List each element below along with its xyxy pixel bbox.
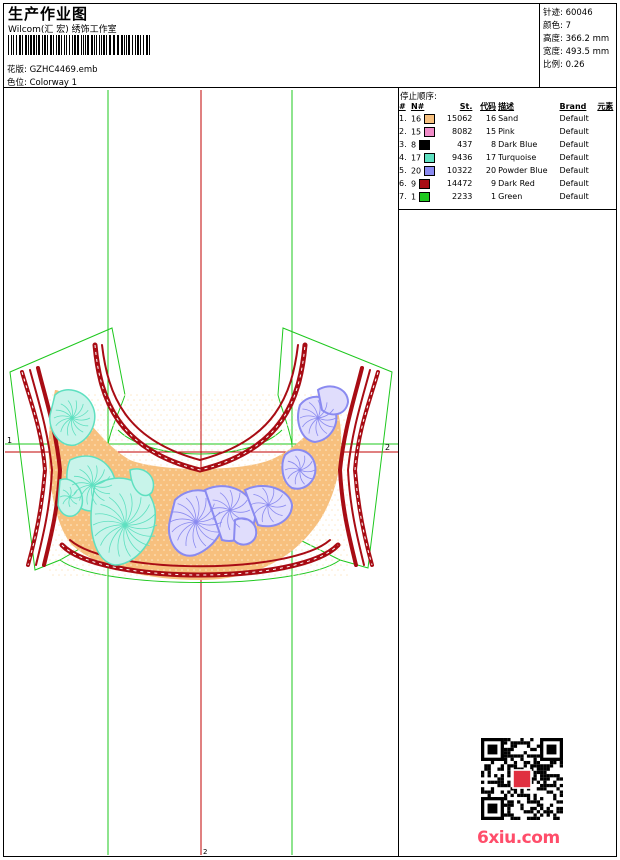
table-header-row: # N# St. 代码 描述 Brand 元素 [398, 101, 620, 112]
table-row: 5. 20 10322 20 Powder Blue Default [399, 165, 589, 176]
qr-code [481, 738, 563, 820]
color-swatch [418, 191, 430, 202]
col-stitches: St. [459, 102, 473, 111]
barcode [8, 35, 150, 55]
table-row: 1. 16 15062 16 Sand Default [399, 113, 589, 124]
table-row: 4. 17 9436 17 Turquoise Default [399, 152, 589, 163]
color-sequence-table: # N# St. 代码 描述 Brand 元素 1. 16 15062 16 Sand… [398, 101, 620, 203]
pattern-line: 花版: GZHC4469.emb [7, 63, 98, 75]
color-swatch [423, 152, 435, 163]
info-height: 高度: 366.2 mm [543, 34, 610, 44]
col-code: 代码 [480, 102, 497, 111]
info-stitches: 针迹: 60046 [543, 8, 593, 18]
page-title: 生产作业图 [8, 5, 89, 23]
table-row: 3. 8 437 8 Dark Blue Default [399, 139, 589, 150]
colorway-line: 色位: Colorway 1 [7, 76, 77, 88]
color-swatch [418, 178, 430, 189]
col-index: # [399, 102, 406, 111]
pattern-label: 花版: [7, 65, 27, 75]
col-brand: Brand [559, 102, 587, 111]
color-swatch [418, 139, 430, 150]
colorway-value: Colorway 1 [29, 78, 78, 88]
table-row: 7. 1 2233 1 Green Default [399, 191, 589, 202]
colorway-label: 色位: [7, 78, 27, 88]
company-name: Wilcom(汇 宏) 绣饰工作室 [8, 25, 117, 35]
color-swatch [423, 126, 435, 137]
color-swatch [423, 165, 435, 176]
info-scale: 比例: 0.26 [543, 60, 585, 70]
table-row: 2. 15 8082 15 Pink Default [399, 126, 589, 137]
watermark-logo: 6xiu.com [477, 828, 560, 848]
color-swatch [423, 113, 435, 124]
info-width: 宽度: 493.5 mm [543, 47, 610, 57]
info-colors: 颜色: 7 [543, 21, 571, 31]
col-desc: 描述 [498, 102, 515, 111]
pattern-value: GZHC4469.emb [29, 65, 98, 75]
col-needle: N# [410, 102, 425, 111]
col-element: 元素 [597, 102, 614, 111]
table-row: 6. 9 14472 9 Dark Red Default [399, 178, 589, 189]
